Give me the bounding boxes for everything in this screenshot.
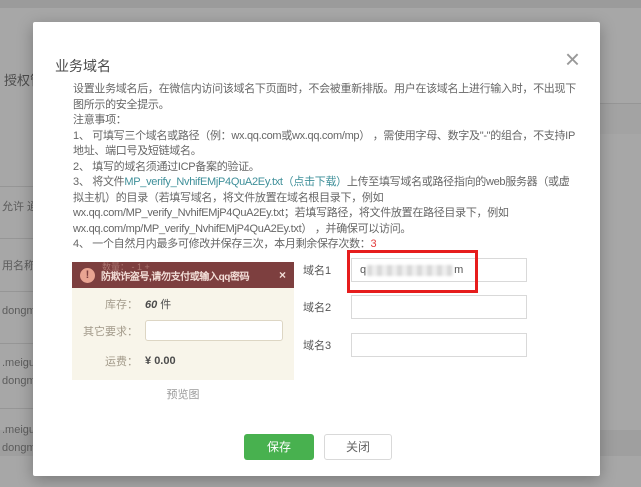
verify-file-download-link[interactable]: MP_verify_NvhifEMjP4QuA2Ey.txt（点击下载） [124,176,347,188]
other-requirements-row: 其它要求： [72,320,294,341]
remaining-saves-count: 3 [370,238,376,250]
stock-row: 库存： 60 件 [72,296,294,312]
domain-2-row: 域名2 [303,295,527,319]
domain-1-input[interactable]: q m [351,258,527,282]
close-button[interactable]: 关闭 [324,434,392,460]
note-2: 2、 填写的域名须通过ICP备案的验证。 [73,160,579,176]
domain-3-input[interactable] [351,333,527,357]
warning-icon: ! [80,268,95,283]
background-divider [600,103,641,104]
domain-2-input[interactable] [351,295,527,319]
domain-1-value-prefix: q [360,264,366,276]
shipping-fee-label: 运费： [72,353,138,369]
note-1: 1、 可填写三个域名或路径（例：wx.qq.com或wx.qq.com/mp） … [73,129,579,160]
dialog-instructions: 设置业务域名后，在微信内访问该域名下页面时，不会被重新排版。用户在该域名上进行输… [73,82,579,253]
background-right-band [600,104,641,134]
domain-1-label: 域名1 [303,262,351,278]
note-3-prefix: 3、 将文件 [73,176,124,188]
domain-3-label: 域名3 [303,337,351,353]
fraud-warning-text: 防欺诈盗号,请勿支付或输入qq密码 [101,268,279,283]
background-divider [0,238,33,239]
domain-1-redacted-value [367,265,453,276]
stock-label: 库存： [72,296,138,312]
note-4-prefix: 4、 一个自然月内最多可修改并保存三次，本月剩余保存次数： [73,238,370,250]
screen: 授权管 允许 通过 用名称作 dongmin .meigua dongmin .… [0,0,641,487]
note-3: 3、 将文件MP_verify_NvhifEMjP4QuA2Ey.txt（点击下… [73,175,579,237]
stock-unit: 件 [157,299,171,311]
business-domain-dialog: 业务域名 × 设置业务域名后，在微信内访问该域名下页面时，不会被重新排版。用户在… [33,22,600,476]
description-text: 设置业务域名后，在微信内访问该域名下页面时，不会被重新排版。用户在该域名上进行输… [73,82,579,113]
dialog-title: 业务域名 [55,56,111,76]
shipping-fee-value: ¥ 0.00 [145,355,176,367]
fraud-warning-banner: 数量： - 1 + ! 防欺诈盗号,请勿支付或输入qq密码 × [72,262,294,288]
banner-close-icon: × [279,268,286,282]
fee-currency: ¥ [145,355,154,367]
domain-1-value-suffix: m [454,264,463,276]
dialog-close-icon[interactable]: × [565,46,580,72]
save-button[interactable]: 保存 [244,434,314,460]
background-top-band [0,0,641,8]
background-divider [0,408,33,409]
notes-heading: 注意事项： [73,113,579,129]
stock-number: 60 [145,299,157,311]
security-warning-preview: 数量： - 1 + ! 防欺诈盗号,请勿支付或输入qq密码 × 库存： 60 件… [72,262,294,380]
shipping-fee-row: 运费： ¥ 0.00 [72,353,294,369]
stock-value: 60 件 [145,296,171,312]
other-requirements-label: 其它要求： [72,323,138,339]
domain-3-row: 域名3 [303,333,527,357]
preview-caption: 预览图 [72,386,294,402]
fee-amount: 0.00 [154,355,175,367]
background-divider [0,343,33,344]
background-divider [0,186,33,187]
background-divider [0,291,33,292]
note-4: 4、 一个自然月内最多可修改并保存三次，本月剩余保存次数：3 [73,237,579,253]
other-requirements-input [145,320,283,341]
domain-2-label: 域名2 [303,299,351,315]
domain-1-row: 域名1 q m [303,258,527,282]
